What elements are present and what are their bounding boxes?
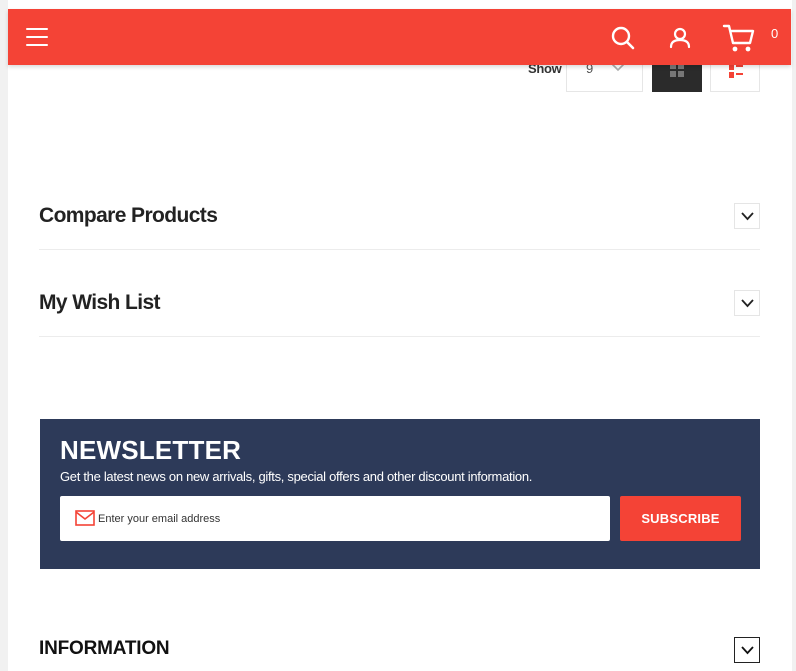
wish-list-toggle[interactable]	[734, 290, 760, 316]
envelope-icon	[75, 510, 95, 526]
newsletter-title: NEWSLETTER	[60, 435, 242, 465]
cart-icon[interactable]	[722, 23, 756, 55]
information-title[interactable]: INFORMATION	[39, 638, 170, 660]
compare-products-toggle[interactable]	[734, 203, 760, 229]
search-icon[interactable]	[611, 26, 635, 50]
user-icon[interactable]	[668, 26, 692, 50]
newsletter-description: Get the latest news on new arrivals, gif…	[60, 469, 533, 484]
chevron-down-icon	[741, 212, 754, 221]
chevron-down-icon	[741, 299, 754, 308]
cart-count-badge[interactable]: 0	[771, 26, 778, 41]
newsletter-block: NEWSLETTER Get the latest news on new ar…	[40, 419, 760, 569]
newsletter-email-input[interactable]	[98, 496, 598, 541]
divider	[39, 249, 760, 250]
top-header-bar: 0	[8, 9, 791, 65]
chevron-down-icon	[741, 646, 754, 655]
compare-products-title[interactable]: Compare Products	[39, 204, 218, 228]
information-toggle[interactable]	[734, 637, 760, 663]
newsletter-email-field-wrap	[60, 496, 610, 541]
grid-icon	[670, 63, 684, 77]
list-icon	[729, 64, 743, 78]
subscribe-button[interactable]: SUBSCRIBE	[620, 496, 741, 541]
wish-list-title[interactable]: My Wish List	[39, 291, 161, 315]
hamburger-icon[interactable]	[26, 28, 48, 46]
divider	[39, 336, 760, 337]
